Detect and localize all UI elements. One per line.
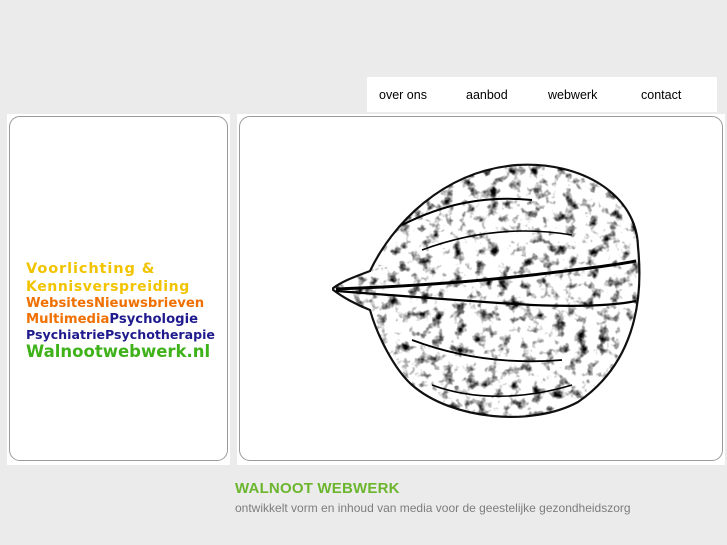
- walnut-illustration: [332, 163, 641, 418]
- promo-line-walnootwebwerk: Walnootwebwerk.nl: [26, 341, 211, 361]
- left-panel-frame: Voorlichting & Kennisverspreiding Websit…: [9, 116, 228, 461]
- top-navigation: over ons aanbod webwerk contact: [367, 77, 717, 112]
- right-panel: [237, 114, 725, 465]
- left-panel: Voorlichting & Kennisverspreiding Websit…: [7, 114, 230, 465]
- promo-line-kennisverspreiding: Kennisverspreiding: [26, 278, 190, 295]
- right-panel-frame: [239, 116, 723, 461]
- site-title: WALNOOT WEBWERK: [235, 480, 400, 497]
- nav-link-contact[interactable]: contact: [641, 88, 681, 102]
- promo-line-voorlichting: Voorlichting &: [26, 261, 156, 277]
- promo-line-multimedia: MultimediaPsychologie: [26, 313, 226, 326]
- promo-word-multimedia: Multimedia: [26, 311, 110, 327]
- site-tagline: ontwikkelt vorm en inhoud van media voor…: [235, 501, 631, 515]
- nav-link-over-ons[interactable]: over ons: [379, 88, 427, 102]
- promo-word-nieuwsbrieven: Nieuwsbrieven: [93, 295, 205, 311]
- promo-line-websites: WebsitesNieuwsbrieven: [26, 295, 226, 311]
- promo-word-psychologie: Psychologie: [109, 311, 199, 327]
- nav-link-aanbod[interactable]: aanbod: [466, 88, 508, 102]
- promo-word-websites: Websites: [26, 295, 94, 311]
- promo-line-psychiatrie: PsychiatriePsychotherapie: [26, 326, 215, 342]
- nav-link-webwerk[interactable]: webwerk: [548, 88, 597, 102]
- promo-text-block: Voorlichting & Kennisverspreiding Websit…: [26, 262, 226, 360]
